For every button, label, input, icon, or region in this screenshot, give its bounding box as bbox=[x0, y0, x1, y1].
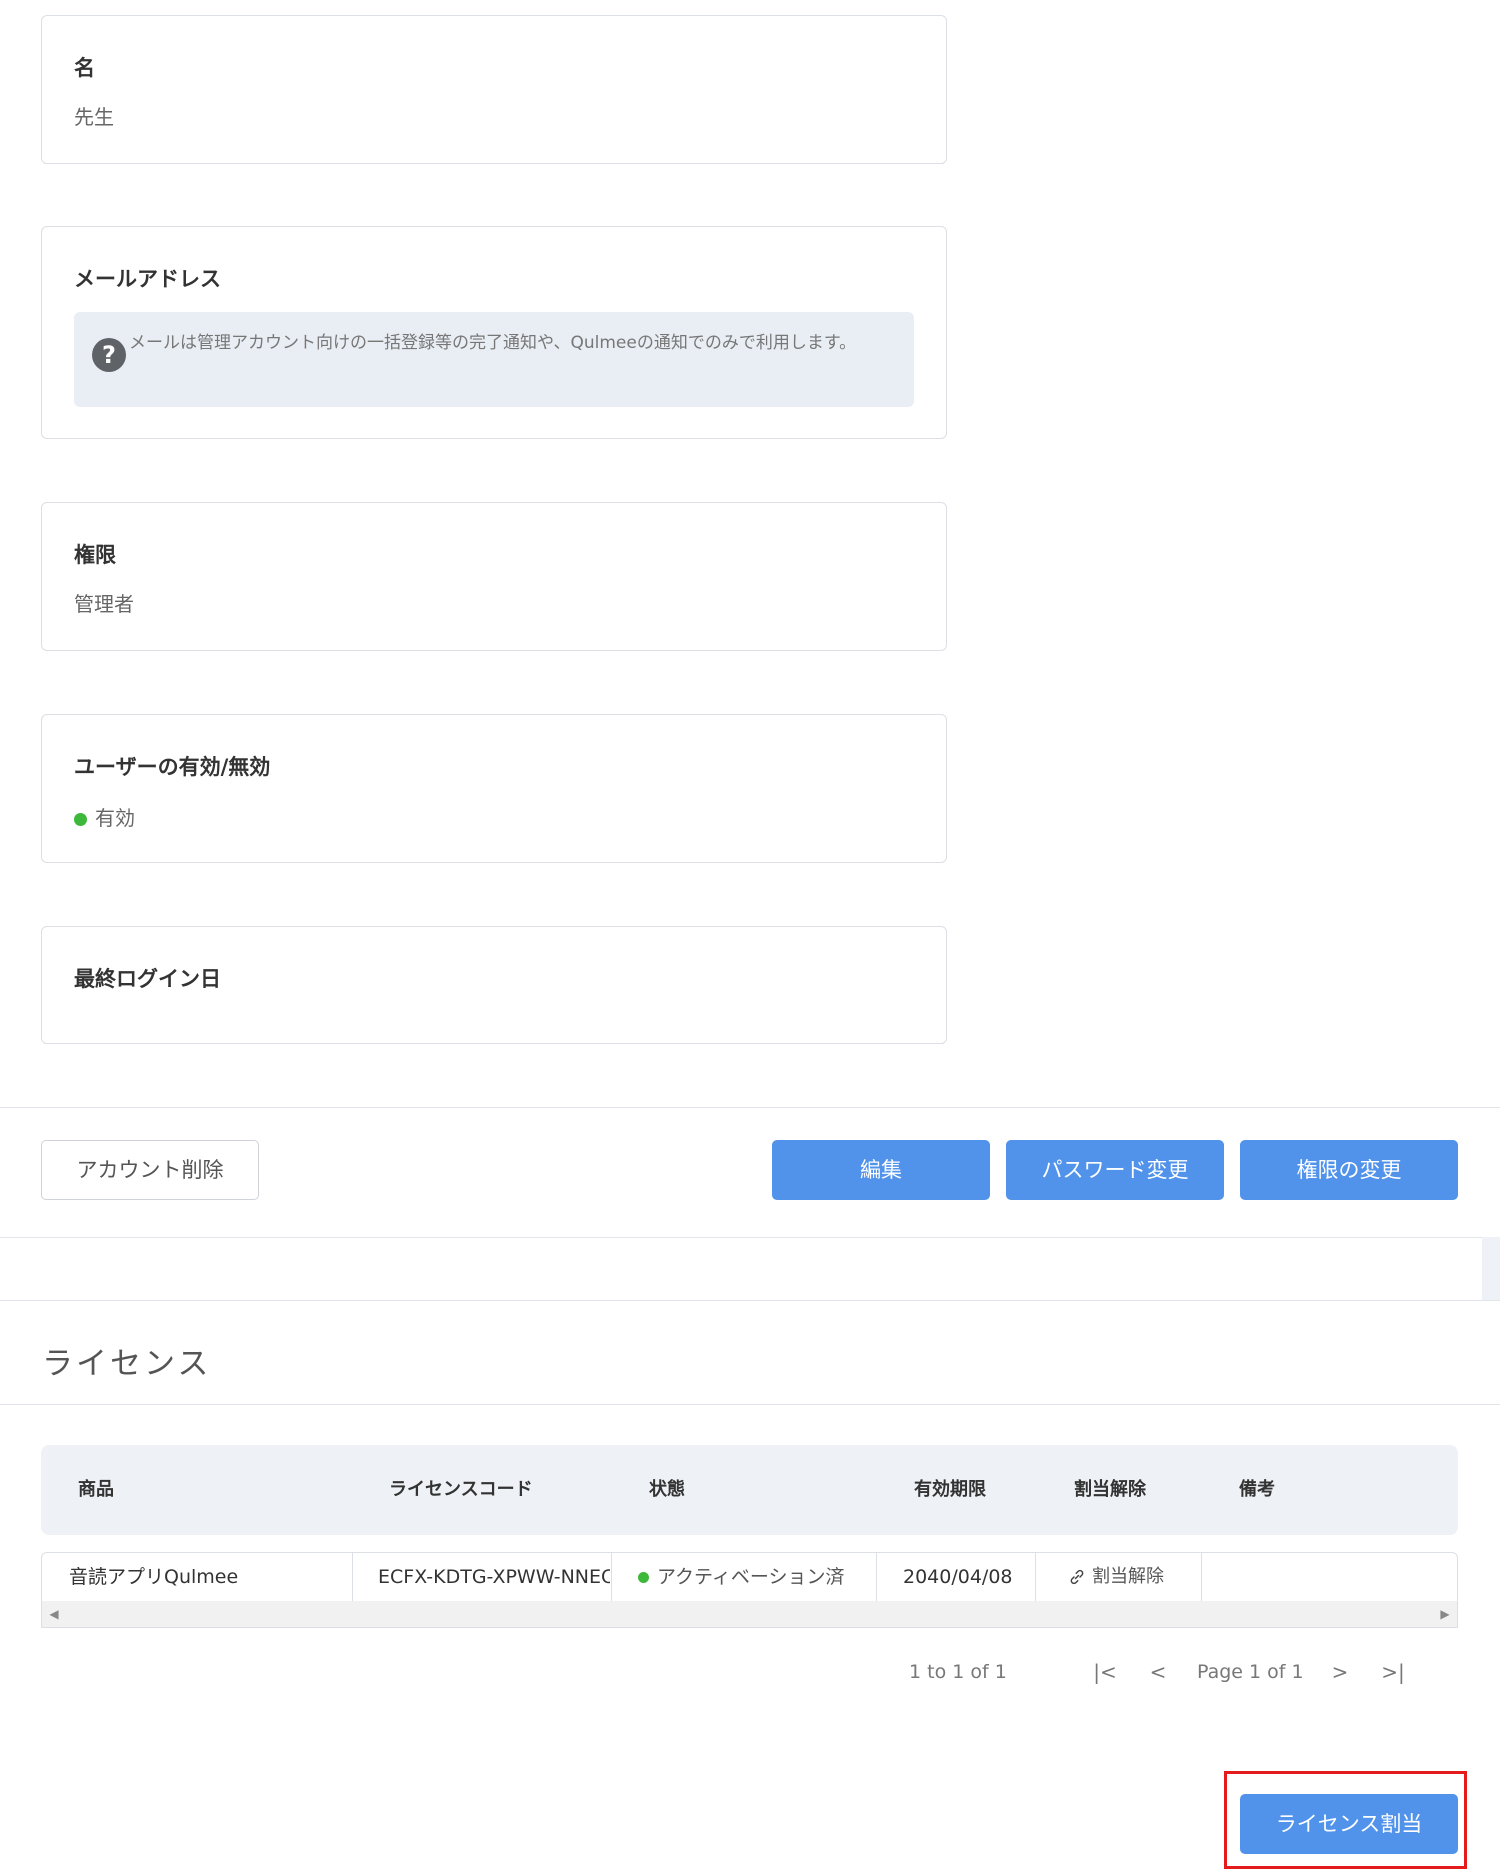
role-card: 権限 管理者 bbox=[41, 502, 947, 651]
change-password-button[interactable]: パスワード変更 bbox=[1006, 1140, 1224, 1200]
change-role-button[interactable]: 権限の変更 bbox=[1240, 1140, 1458, 1200]
role-value: 管理者 bbox=[74, 592, 134, 616]
unassign-link-text: 割当解除 bbox=[1092, 1566, 1164, 1587]
first-page-icon[interactable]: |< bbox=[1090, 1650, 1120, 1694]
prev-page-icon[interactable]: < bbox=[1143, 1650, 1173, 1694]
status-label: ユーザーの有効/無効 bbox=[74, 755, 271, 779]
column-header-unassign[interactable]: 割当解除 bbox=[1074, 1445, 1146, 1535]
email-label: メールアドレス bbox=[74, 267, 221, 291]
divider bbox=[0, 1404, 1500, 1405]
delete-account-button[interactable]: アカウント削除 bbox=[41, 1140, 259, 1200]
divider bbox=[0, 1300, 1500, 1301]
status-card: ユーザーの有効/無効 有効 bbox=[41, 714, 947, 863]
next-page-icon[interactable]: > bbox=[1325, 1650, 1355, 1694]
cell-divider bbox=[1035, 1553, 1036, 1601]
expiry-cell: 2040/04/08 bbox=[903, 1566, 1013, 1588]
edit-button[interactable]: 編集 bbox=[772, 1140, 990, 1200]
cell-divider bbox=[876, 1553, 877, 1601]
status-dot bbox=[74, 813, 87, 826]
cell-divider bbox=[611, 1553, 612, 1601]
highlight-box bbox=[1224, 1771, 1467, 1869]
first-name-card: 名 先生 bbox=[41, 15, 947, 164]
column-header-license-code[interactable]: ライセンスコード bbox=[389, 1445, 533, 1535]
status-value-wrap: 有効 bbox=[74, 802, 135, 831]
scroll-left-icon[interactable]: ◀ bbox=[46, 1601, 62, 1628]
status-cell: アクティベーション済 bbox=[638, 1553, 868, 1601]
last-page-icon[interactable]: >| bbox=[1378, 1650, 1408, 1694]
link-icon bbox=[1070, 1569, 1084, 1585]
pagination-page-label: Page 1 of 1 bbox=[1197, 1661, 1304, 1683]
pagination-summary: 1 to 1 of 1 bbox=[909, 1661, 1007, 1683]
email-card: メールアドレス ? メールは管理アカウント向けの一括登録等の完了通知や、Qulm… bbox=[41, 226, 947, 439]
scroll-right-icon[interactable]: ▶ bbox=[1437, 1601, 1453, 1628]
status-cell-text: アクティベーション済 bbox=[657, 1566, 845, 1588]
column-header-expiry[interactable]: 有効期限 bbox=[914, 1445, 986, 1535]
product-cell: 音読アプリQulmee bbox=[69, 1566, 239, 1588]
scroll-track-stub bbox=[1482, 1237, 1500, 1300]
question-circle-icon: ? bbox=[92, 338, 126, 372]
first-name-label: 名 bbox=[74, 56, 95, 80]
unassign-link[interactable]: 割当解除 bbox=[1068, 1553, 1198, 1601]
license-section-title: ライセンス bbox=[42, 1346, 212, 1382]
horizontal-scrollbar[interactable]: ◀ ▶ bbox=[41, 1601, 1458, 1628]
role-label: 権限 bbox=[74, 543, 116, 567]
license-table-header: 商品 ライセンスコード 状態 有効期限 割当解除 備考 bbox=[41, 1445, 1458, 1535]
last-login-card: 最終ログイン日 bbox=[41, 926, 947, 1044]
email-info-box: ? メールは管理アカウント向けの一括登録等の完了通知や、Qulmeeの通知でのみ… bbox=[74, 312, 914, 407]
divider bbox=[0, 1237, 1500, 1238]
table-row[interactable]: 音読アプリQulmee ECFX-KDTG-XPWW-NNEC アクティベーショ… bbox=[41, 1552, 1458, 1601]
column-header-note[interactable]: 備考 bbox=[1239, 1445, 1275, 1535]
cell-divider bbox=[352, 1553, 353, 1601]
license-code-cell: ECFX-KDTG-XPWW-NNEC bbox=[378, 1566, 610, 1588]
divider bbox=[0, 1107, 1500, 1108]
email-info-text: メールは管理アカウント向けの一括登録等の完了通知や、Qulmeeの通知でのみで利… bbox=[129, 333, 857, 353]
cell-divider bbox=[1201, 1553, 1202, 1601]
column-header-status[interactable]: 状態 bbox=[649, 1445, 685, 1535]
last-login-label: 最終ログイン日 bbox=[74, 967, 221, 991]
status-value: 有効 bbox=[95, 806, 135, 830]
status-dot bbox=[638, 1572, 649, 1583]
first-name-value: 先生 bbox=[74, 105, 114, 129]
column-header-product[interactable]: 商品 bbox=[78, 1445, 114, 1535]
note-cell bbox=[1227, 1553, 1427, 1601]
